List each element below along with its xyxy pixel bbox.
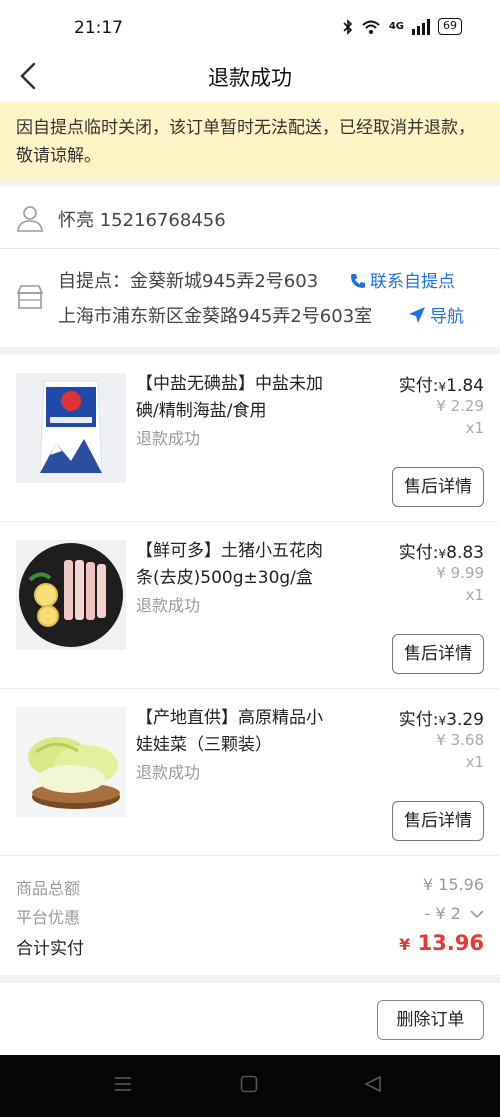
after-sales-button[interactable]: 售后详情 <box>392 801 484 841</box>
page-title: 退款成功 <box>208 66 292 90</box>
currency-symbol: ¥ <box>438 547 447 561</box>
recipient-row: 怀亮 15216768456 <box>0 187 500 249</box>
currency-symbol: ¥ <box>438 380 447 394</box>
product-quantity: x1 <box>465 753 484 771</box>
contact-card: 怀亮 15216768456 自提点：金葵新城945弄2号603 联系自提点 上… <box>0 187 500 347</box>
product-image-cabbage <box>16 707 126 817</box>
product-status: 退款成功 <box>136 429 201 448</box>
paid-label: 实付: <box>398 710 439 730</box>
goods-total-value: ¥ 15.96 <box>422 875 484 894</box>
phone-icon <box>351 274 365 288</box>
paid-label: 实付: <box>398 543 439 563</box>
platform-discount-value: - ¥ 2 <box>425 904 484 923</box>
goods-total-row: 商品总额 ¥ 15.96 <box>16 875 484 899</box>
after-sales-button[interactable]: 售后详情 <box>392 467 484 507</box>
battery-icon: 69 <box>438 18 462 35</box>
pickup-point-label: 自提点：金葵新城945弄2号603 <box>58 271 319 292</box>
product-item[interactable]: 【产地直供】高原精品小娃娃菜（三颗装） 退款成功 实付:¥3.29 ¥ 3.68… <box>0 689 500 856</box>
product-name: 【产地直供】高原精品小娃娃菜（三颗装） <box>136 708 323 755</box>
nav-bar: 退款成功 <box>0 52 500 102</box>
system-nav-bar <box>0 1055 500 1117</box>
pickup-row: 自提点：金葵新城945弄2号603 联系自提点 上海市浦东新区金葵路945弄2号… <box>0 249 500 347</box>
status-bar: 21:17 4G 69 <box>0 0 500 52</box>
order-summary: 商品总额 ¥ 15.96 平台优惠 - ¥ 2 合计实付 ¥ 13.96 <box>0 855 500 975</box>
paid-amount: 3.29 <box>446 710 484 730</box>
product-item[interactable]: 【鲜可多】土猪小五花肉条(去皮)500g±30g/盒 退款成功 实付:¥8.83… <box>0 522 500 689</box>
person-icon <box>17 206 43 232</box>
notice-banner: 因自提点临时关闭，该订单暂时无法配送，已经取消并退款，敬请谅解。 <box>0 102 500 179</box>
product-item[interactable]: 【中盐无碘盐】中盐未加碘/精制海盐/食用 退款成功 实付:¥1.84 ¥ 2.2… <box>0 355 500 522</box>
goods-total-label: 商品总额 <box>16 879 81 898</box>
product-name: 【中盐无碘盐】中盐未加碘/精制海盐/食用 <box>136 374 323 421</box>
navigate-link[interactable]: 导航 <box>408 302 464 327</box>
platform-discount-label: 平台优惠 <box>16 908 81 927</box>
salt-bag-image <box>16 373 126 483</box>
total-amount: 13.96 <box>417 931 484 955</box>
status-icons: 4G 69 <box>343 18 462 35</box>
product-quantity: x1 <box>465 586 484 604</box>
original-price: ¥ 2.29 <box>436 397 484 415</box>
paid-label: 实付: <box>398 376 439 396</box>
wifi-icon <box>362 20 380 34</box>
pickup-address: 上海市浦东新区金葵路945弄2号603室 <box>58 306 373 327</box>
product-paid: 实付:¥8.83 <box>399 538 484 563</box>
network-type: 4G <box>388 21 404 32</box>
total-currency: ¥ <box>399 935 411 954</box>
bluetooth-icon <box>343 18 352 35</box>
contact-pickup-link[interactable]: 联系自提点 <box>350 267 455 292</box>
contact-pickup-label: 联系自提点 <box>370 272 455 292</box>
recipient-name-phone: 怀亮 15216768456 <box>58 210 226 231</box>
discount-amount: - ¥ 2 <box>424 904 461 923</box>
platform-discount-row[interactable]: 平台优惠 - ¥ 2 <box>16 904 484 928</box>
product-paid: 实付:¥3.29 <box>399 705 484 730</box>
store-icon <box>16 285 44 309</box>
product-image-pork <box>16 540 126 650</box>
footer-bar: 删除订单 <box>0 983 500 1055</box>
signal-icon <box>412 18 430 35</box>
product-status: 退款成功 <box>136 763 201 782</box>
baby-cabbage-image <box>16 707 126 817</box>
back-triangle-icon[interactable] <box>364 1075 382 1093</box>
product-name: 【鲜可多】土猪小五花肉条(去皮)500g±30g/盒 <box>136 541 323 588</box>
chevron-down-icon <box>470 910 484 919</box>
navigate-label: 导航 <box>430 307 464 327</box>
currency-symbol: ¥ <box>438 714 447 728</box>
home-icon[interactable] <box>240 1075 258 1093</box>
total-paid-row: 合计实付 ¥ 13.96 <box>16 931 484 959</box>
original-price: ¥ 9.99 <box>436 564 484 582</box>
product-quantity: x1 <box>465 419 484 437</box>
clock: 21:17 <box>74 18 123 38</box>
original-price: ¥ 3.68 <box>436 731 484 749</box>
navigation-arrow-icon <box>409 307 425 323</box>
pork-belly-image <box>16 540 126 650</box>
paid-amount: 8.83 <box>446 543 484 563</box>
total-paid-label: 合计实付 <box>16 939 84 959</box>
after-sales-button[interactable]: 售后详情 <box>392 634 484 674</box>
total-paid-value: ¥ 13.96 <box>399 931 484 955</box>
products-card: 【中盐无碘盐】中盐未加碘/精制海盐/食用 退款成功 实付:¥1.84 ¥ 2.2… <box>0 355 500 975</box>
menu-icon[interactable] <box>114 1075 132 1093</box>
product-status: 退款成功 <box>136 596 201 615</box>
product-paid: 实付:¥1.84 <box>399 371 484 396</box>
paid-amount: 1.84 <box>446 376 484 396</box>
product-image-salt <box>16 373 126 483</box>
delete-order-button[interactable]: 删除订单 <box>377 1000 484 1040</box>
